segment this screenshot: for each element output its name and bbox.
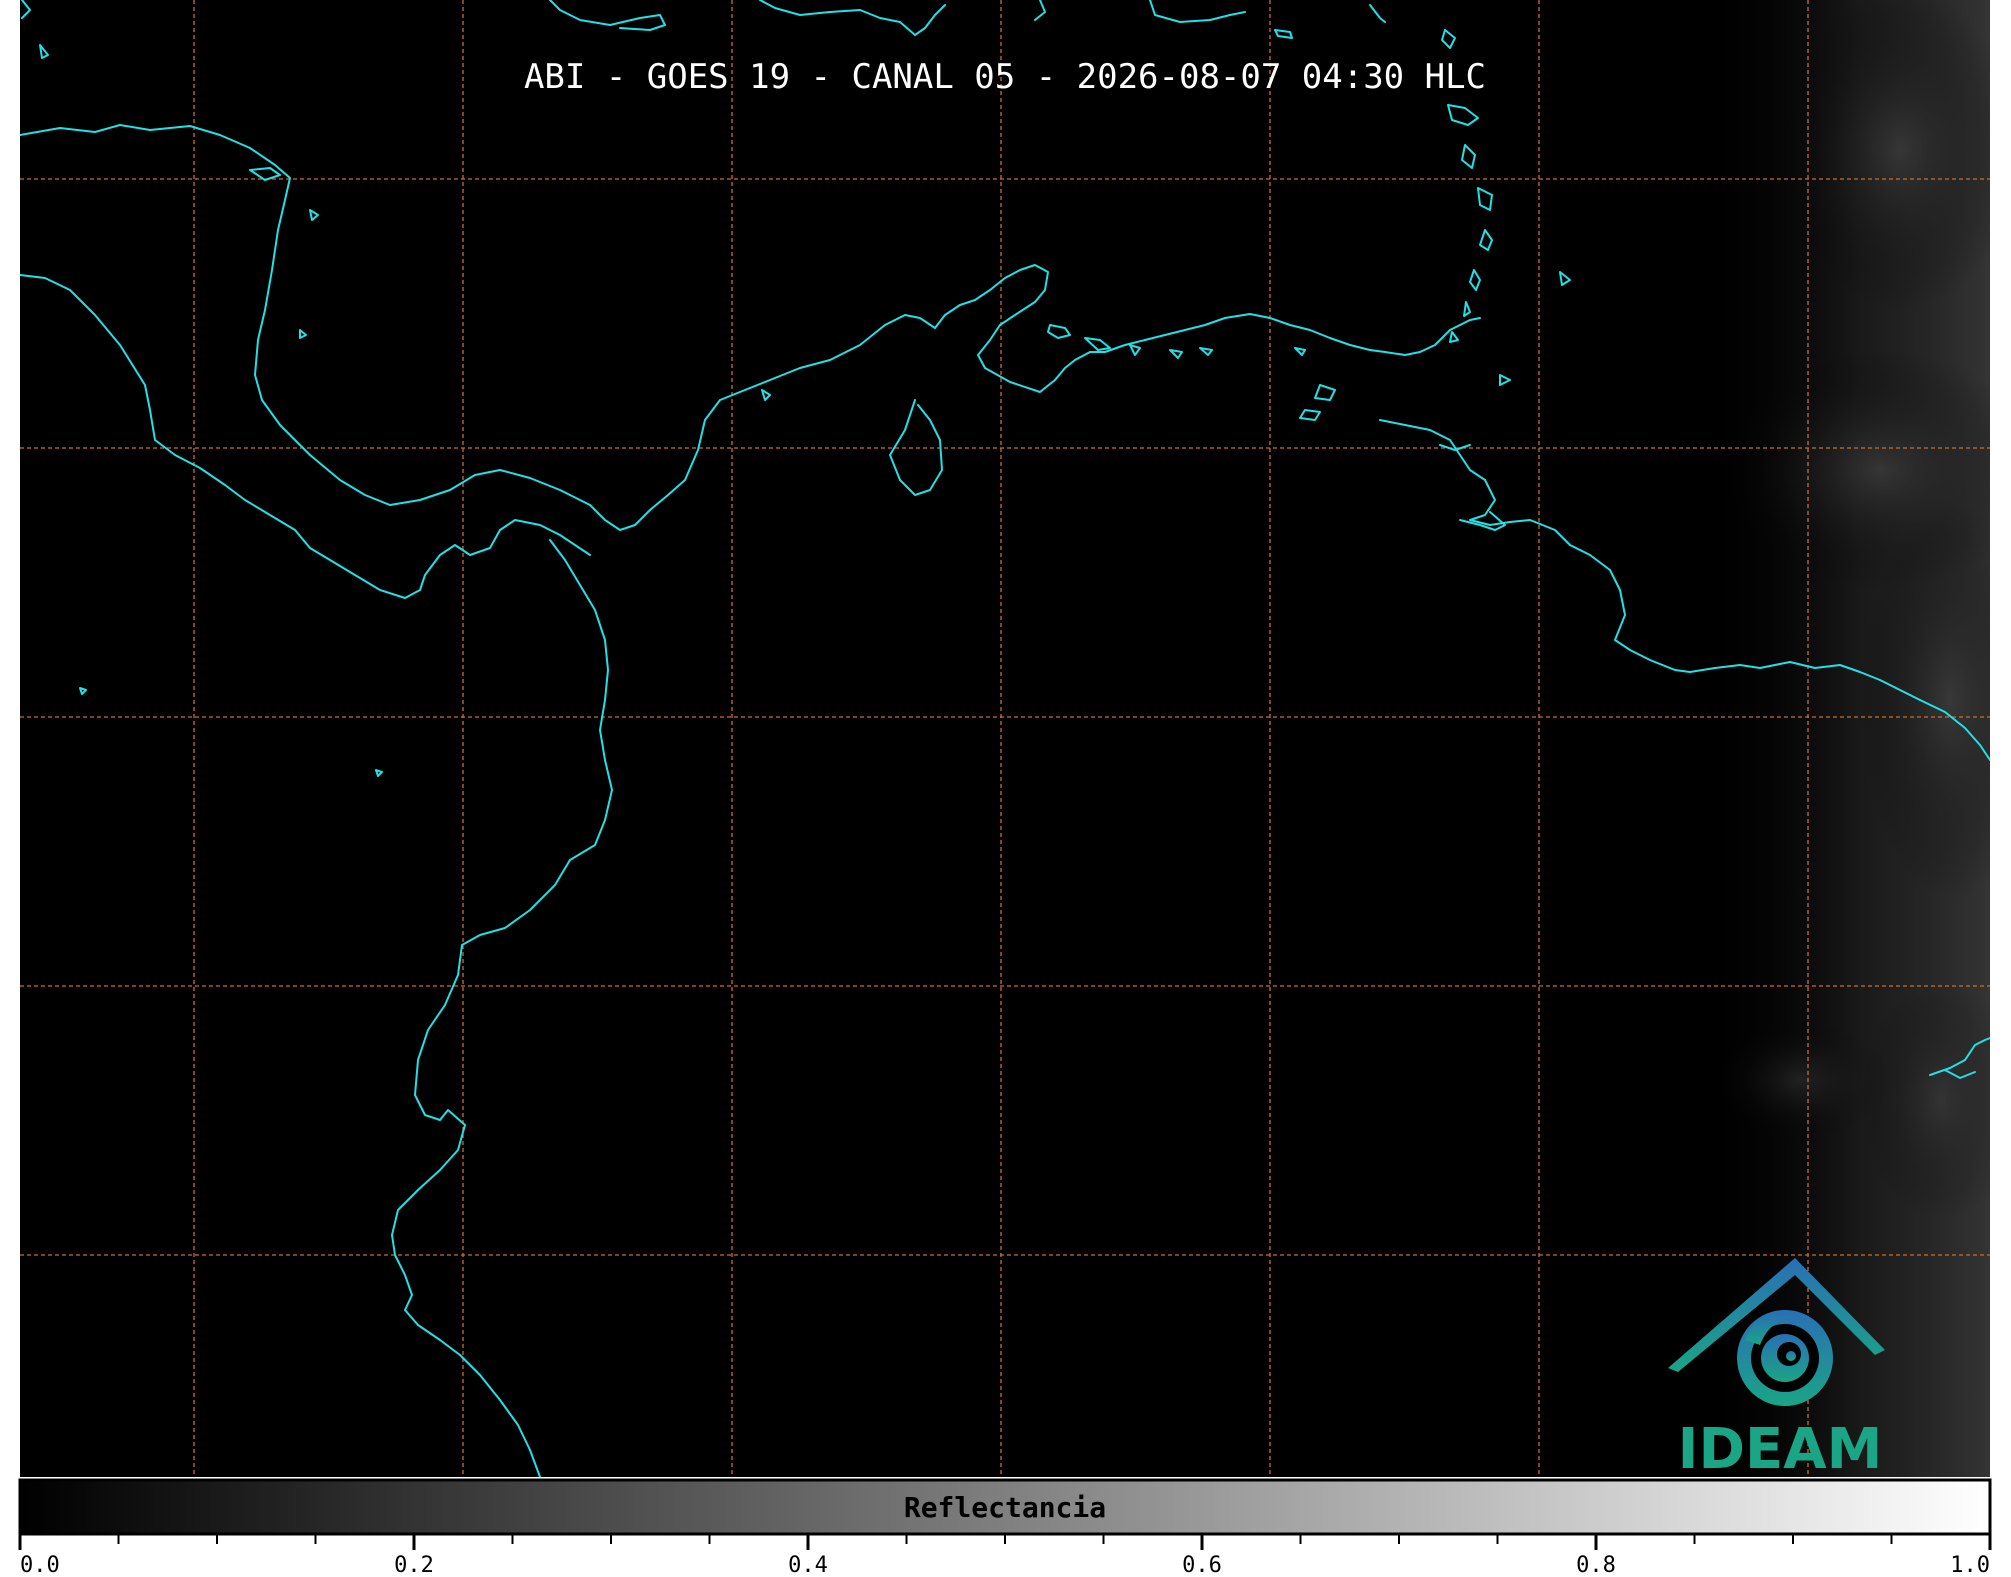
satellite-image [20,0,1990,1477]
colorbar-tick-label: 0.2 [394,1553,434,1577]
satellite-figure: ABI - GOES 19 - CANAL 05 - 2026-08-07 04… [18,0,1992,1577]
ideam-logo-text: IDEAM [1678,1417,1883,1482]
colorbar-ticks: 0.0 0.2 0.4 0.6 0.8 1.0 [18,1534,1992,1577]
colorbar: Reflectancia 0.0 0.2 0.4 0.6 0.8 1.0 [18,1478,1992,1577]
colorbar-label: Reflectancia [904,1491,1106,1524]
colorbar-tick-label: 1.0 [1950,1553,1990,1577]
colorbar-tick-label: 0.0 [20,1553,60,1577]
colorbar-tick-label: 0.8 [1576,1553,1616,1577]
colorbar-tick-label: 0.4 [788,1553,828,1577]
colorbar-tick-label: 0.6 [1182,1553,1222,1577]
map-title: ABI - GOES 19 - CANAL 05 - 2026-08-07 04… [524,57,1486,97]
